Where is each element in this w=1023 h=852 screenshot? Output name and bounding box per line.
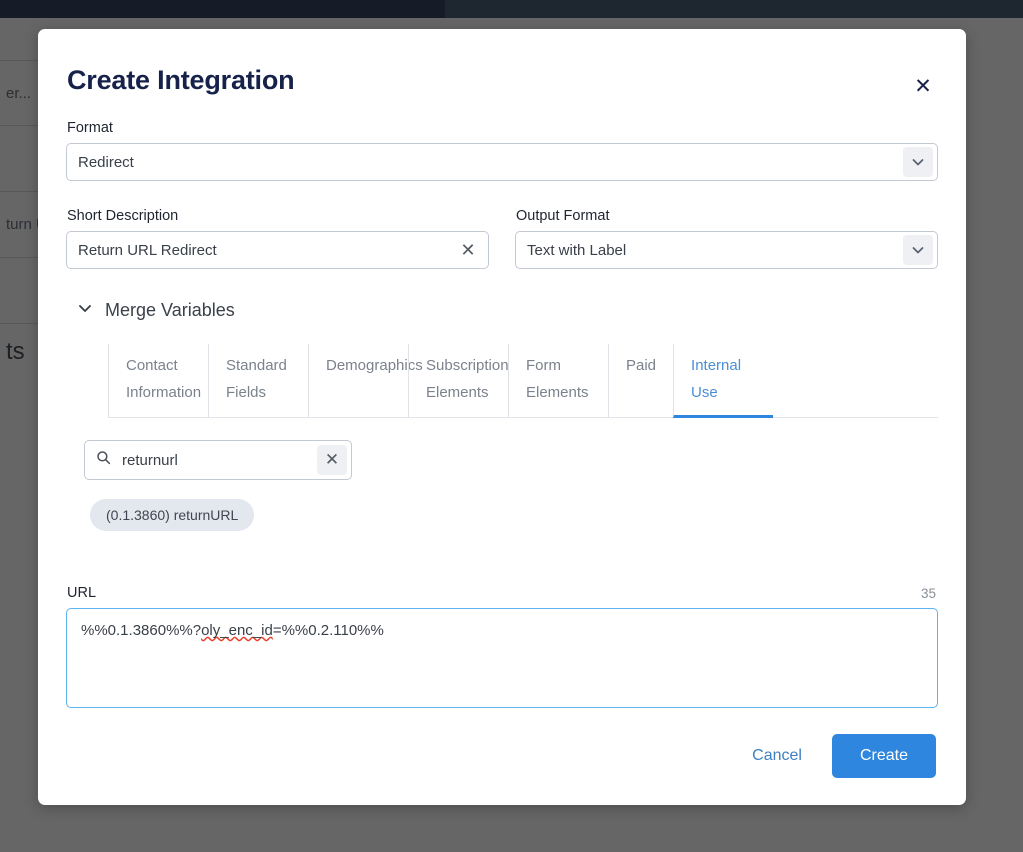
dialog-footer: Cancel Create: [66, 734, 938, 778]
format-value: Redirect: [78, 153, 134, 171]
tab-subscription-elements[interactable]: Subscription Elements: [408, 344, 509, 418]
output-format-select[interactable]: Text with Label: [515, 231, 938, 269]
chevron-down-icon: [76, 299, 94, 322]
tab-form-elements[interactable]: Form Elements: [508, 344, 608, 418]
url-label: URL: [67, 585, 97, 601]
close-icon[interactable]: ✕: [317, 445, 347, 475]
merge-variable-chip[interactable]: (0.1.3860) returnURL: [90, 499, 255, 531]
chevron-down-icon[interactable]: [903, 235, 933, 265]
search-icon: [96, 450, 111, 470]
tab-contact-information[interactable]: Contact Information: [108, 344, 208, 418]
url-character-count: 35: [920, 586, 936, 601]
top-navigation-bar-right: [445, 0, 1023, 18]
close-icon[interactable]: ✕: [910, 73, 936, 99]
tab-paid[interactable]: Paid: [608, 344, 673, 418]
merge-variable-results: (0.1.3860) returnURL: [90, 499, 938, 531]
url-value-suffix: =%%0.2.110%%: [272, 622, 384, 639]
output-format-value: Text with Label: [527, 241, 627, 259]
cancel-button[interactable]: Cancel: [748, 739, 806, 773]
create-integration-dialog: Create Integration ✕ Format Redirect Sho…: [38, 29, 966, 805]
format-select[interactable]: Redirect: [66, 143, 938, 181]
url-textarea[interactable]: %%0.1.3860%%?oly_enc_id=%%0.2.110%%: [66, 608, 938, 708]
format-label: Format: [67, 120, 113, 136]
close-icon[interactable]: ✕: [453, 235, 483, 265]
top-navigation-bar: [0, 0, 1023, 18]
output-format-label: Output Format: [516, 208, 610, 224]
tab-internal-use[interactable]: Internal Use: [673, 344, 774, 418]
merge-variable-search[interactable]: returnurl ✕: [84, 440, 352, 480]
chevron-down-icon[interactable]: [903, 147, 933, 177]
merge-variables-tabs: Contact Information Standard Fields Demo…: [108, 343, 938, 418]
url-label-row: URL 35: [66, 585, 938, 601]
url-value-misspelled: oly_enc_id: [201, 622, 273, 639]
tab-standard-fields[interactable]: Standard Fields: [208, 344, 308, 418]
short-description-label: Short Description: [67, 208, 179, 224]
merge-variables-toggle[interactable]: Merge Variables: [76, 299, 235, 322]
search-input-value: returnurl: [122, 451, 178, 469]
url-value-prefix: %%0.1.3860%%?: [81, 622, 202, 639]
dialog-title: Create Integration: [67, 65, 295, 95]
create-button[interactable]: Create: [831, 734, 936, 778]
short-description-input[interactable]: Return URL Redirect ✕: [66, 231, 489, 269]
tab-demographics[interactable]: Demographics: [308, 344, 423, 418]
short-description-value: Return URL Redirect: [78, 241, 217, 259]
merge-variables-label: Merge Variables: [105, 300, 235, 320]
